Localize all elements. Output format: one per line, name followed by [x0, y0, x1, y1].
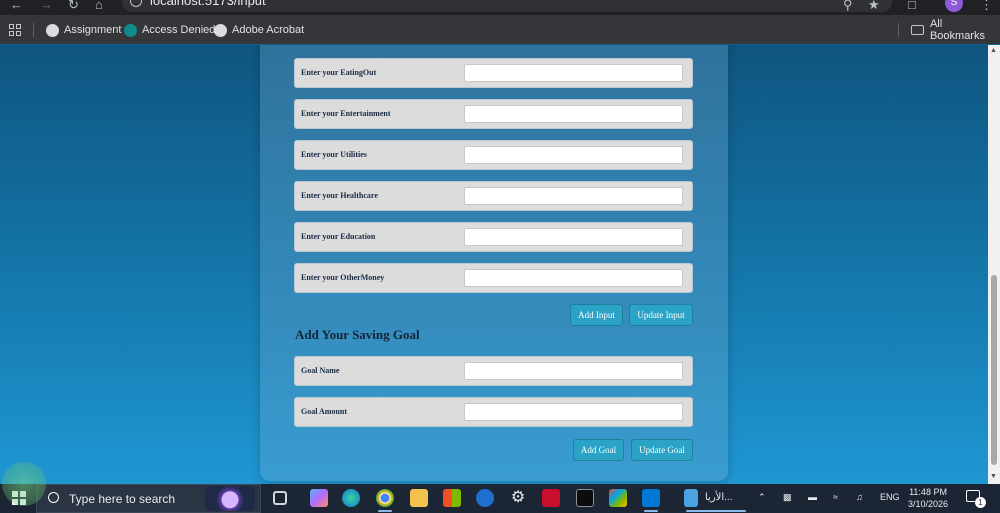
extensions-icon[interactable]: □: [908, 0, 916, 12]
add-goal-button[interactable]: Add Goal: [573, 439, 624, 461]
reload-icon[interactable]: ↻: [68, 0, 79, 13]
file-explorer-icon[interactable]: [410, 489, 428, 507]
form-row-othermoney: Enter your OtherMoney: [294, 263, 693, 293]
vscode-icon[interactable]: [642, 489, 660, 507]
globe-icon: [214, 23, 227, 37]
field-label: Goal Amount: [301, 407, 348, 416]
battery-icon[interactable]: ▬: [808, 492, 817, 502]
outlook-icon[interactable]: [476, 489, 494, 507]
field-label: Enter your Utilities: [301, 150, 367, 159]
bookmark-adobe-acrobat[interactable]: Adobe Acrobat: [214, 22, 304, 38]
update-goal-button[interactable]: Update Goal: [631, 439, 693, 461]
language-indicator[interactable]: ENG: [880, 492, 900, 502]
form-row-education: Enter your Education: [294, 222, 693, 252]
copilot-icon[interactable]: [310, 489, 328, 507]
saving-goal-heading: Add Your Saving Goal: [295, 327, 420, 342]
othermoney-input[interactable]: [464, 269, 683, 287]
search-highlight-planet-icon[interactable]: [205, 486, 255, 511]
page-scrollbar[interactable]: ▲ ▼: [988, 45, 1000, 484]
bookmarks-bar: Assignment Access Denied Adobe Acrobat A…: [0, 14, 1000, 44]
terminal-icon[interactable]: [576, 489, 594, 507]
document-app-active-indicator: [686, 510, 746, 512]
taskbar-clock[interactable]: 11:48 PM 3/10/2026: [908, 486, 948, 510]
mcafee-icon[interactable]: [542, 489, 560, 507]
field-label: Enter your Entertainment: [301, 109, 391, 118]
chrome-icon[interactable]: [376, 489, 394, 507]
goal-amount-input[interactable]: [464, 403, 683, 421]
sharepoint-icon: [124, 23, 137, 37]
bookmark-separator: [33, 23, 34, 37]
profile-avatar[interactable]: S: [945, 0, 963, 12]
field-label: Goal Name: [301, 366, 340, 375]
form-row-healthcare: Enter your Healthcare: [294, 181, 693, 211]
form-row-eatingout: Enter your EatingOut: [294, 58, 693, 88]
utilities-input[interactable]: [464, 146, 683, 164]
clock-time: 11:48 PM: [909, 487, 947, 497]
all-bookmarks-button[interactable]: All Bookmarks: [911, 18, 1000, 42]
site-info-icon[interactable]: [130, 0, 142, 7]
volume-icon[interactable]: ♫: [856, 492, 863, 502]
home-icon[interactable]: ⌂: [95, 0, 103, 12]
scroll-up-arrow-icon[interactable]: ▲: [990, 47, 997, 54]
field-label: Enter your EatingOut: [301, 68, 377, 77]
field-label: Enter your Education: [301, 232, 376, 241]
eatingout-input[interactable]: [464, 64, 683, 82]
page-viewport: Enter your EatingOut Enter your Entertai…: [0, 45, 988, 484]
url-text: localhost:5173/input: [150, 0, 266, 8]
search-placeholder: Type here to search: [69, 492, 176, 506]
back-icon[interactable]: ←: [10, 0, 23, 12]
edge-icon[interactable]: [342, 489, 360, 507]
document-app-icon[interactable]: [684, 489, 698, 507]
address-bar[interactable]: localhost:5173/input: [122, 0, 892, 12]
bookmark-assignment[interactable]: Assignment: [46, 22, 121, 38]
notification-badge: 1: [975, 497, 986, 508]
apps-grid-icon[interactable]: [9, 24, 21, 36]
clock-date: 3/10/2026: [908, 499, 949, 509]
bookmark-access-denied[interactable]: Access Denied: [124, 22, 215, 38]
paint-app-icon[interactable]: [609, 489, 627, 507]
floating-assistant-orb-icon[interactable]: [2, 462, 46, 506]
folder-icon: [911, 25, 924, 35]
globe-icon: [46, 23, 59, 37]
field-label: Enter your Healthcare: [301, 191, 378, 200]
zoom-icon[interactable]: ⚲: [843, 0, 853, 13]
browser-toolbar: ← → ↻ ⌂ localhost:5173/input ⚲ ★ □ S ⋮: [0, 0, 1000, 14]
scroll-down-arrow-icon[interactable]: ▼: [990, 473, 997, 480]
microsoft-store-icon[interactable]: [443, 489, 461, 507]
field-label: Enter your OtherMoney: [301, 273, 385, 282]
form-row-goal-amount: Goal Amount: [294, 397, 693, 427]
update-input-button[interactable]: Update Input: [629, 304, 693, 326]
device-icon[interactable]: ▩: [783, 492, 792, 503]
healthcare-input[interactable]: [464, 187, 683, 205]
bookmark-star-icon[interactable]: ★: [868, 0, 880, 13]
settings-gear-icon[interactable]: ⚙: [509, 489, 527, 507]
menu-icon[interactable]: ⋮: [980, 0, 993, 13]
goal-name-input[interactable]: [464, 362, 683, 380]
vscode-active-indicator: [644, 510, 658, 512]
wifi-icon[interactable]: ≈: [833, 492, 838, 502]
chrome-active-indicator: [378, 510, 392, 512]
input-form-panel: Enter your EatingOut Enter your Entertai…: [260, 45, 728, 481]
bookmark-separator: [898, 23, 899, 37]
document-app-label[interactable]: الأريا...: [705, 492, 732, 503]
search-icon: [48, 492, 59, 503]
form-row-goal-name: Goal Name: [294, 356, 693, 386]
forward-icon[interactable]: →: [40, 0, 53, 12]
show-hidden-icons-chevron-icon[interactable]: ⌃: [758, 492, 766, 503]
scrollbar-thumb[interactable]: [991, 275, 997, 465]
form-row-utilities: Enter your Utilities: [294, 140, 693, 170]
task-view-icon[interactable]: [273, 491, 287, 505]
education-input[interactable]: [464, 228, 683, 246]
add-input-button[interactable]: Add Input: [570, 304, 623, 326]
entertainment-input[interactable]: [464, 105, 683, 123]
form-row-entertainment: Enter your Entertainment: [294, 99, 693, 129]
windows-taskbar: Type here to search ⚙ الأريا... ⌃ ▩ ▬ ≈ …: [0, 484, 1000, 513]
